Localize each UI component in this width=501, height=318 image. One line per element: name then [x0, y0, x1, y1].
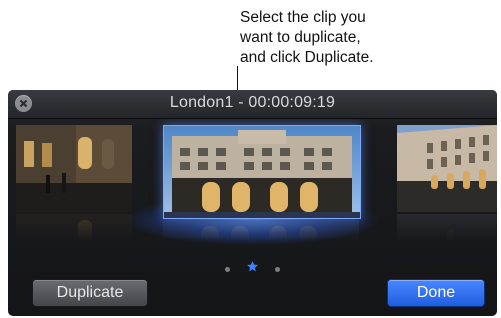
callout-line: want to duplicate, [240, 29, 361, 46]
page-dot[interactable] [275, 266, 281, 272]
page-indicator [8, 260, 497, 274]
right-clip-reflection [397, 214, 497, 254]
duplicate-clip-panel: London1 - 00:00:09:19 Duplicate Done [8, 90, 497, 316]
window-title: London1 - 00:00:09:19 [169, 94, 336, 111]
title-bar: London1 - 00:00:09:19 [8, 90, 497, 119]
right-clip-thumbnail[interactable] [397, 125, 497, 212]
duplicate-button[interactable]: Duplicate [32, 279, 148, 307]
left-clip-thumbnail[interactable] [16, 125, 132, 212]
current-page-star-icon[interactable] [246, 260, 259, 278]
center-clip-thumbnail[interactable] [163, 125, 361, 219]
left-clip-reflection [16, 214, 132, 254]
center-clip-reflection [163, 220, 359, 250]
done-button[interactable]: Done [387, 279, 485, 307]
callout-text: Select the clip you want to duplicate, a… [240, 8, 480, 68]
clip-carousel [8, 119, 497, 254]
callout-line: and click Duplicate. [240, 49, 374, 66]
page-dot[interactable] [224, 266, 230, 272]
callout-line: Select the clip you [240, 9, 366, 26]
